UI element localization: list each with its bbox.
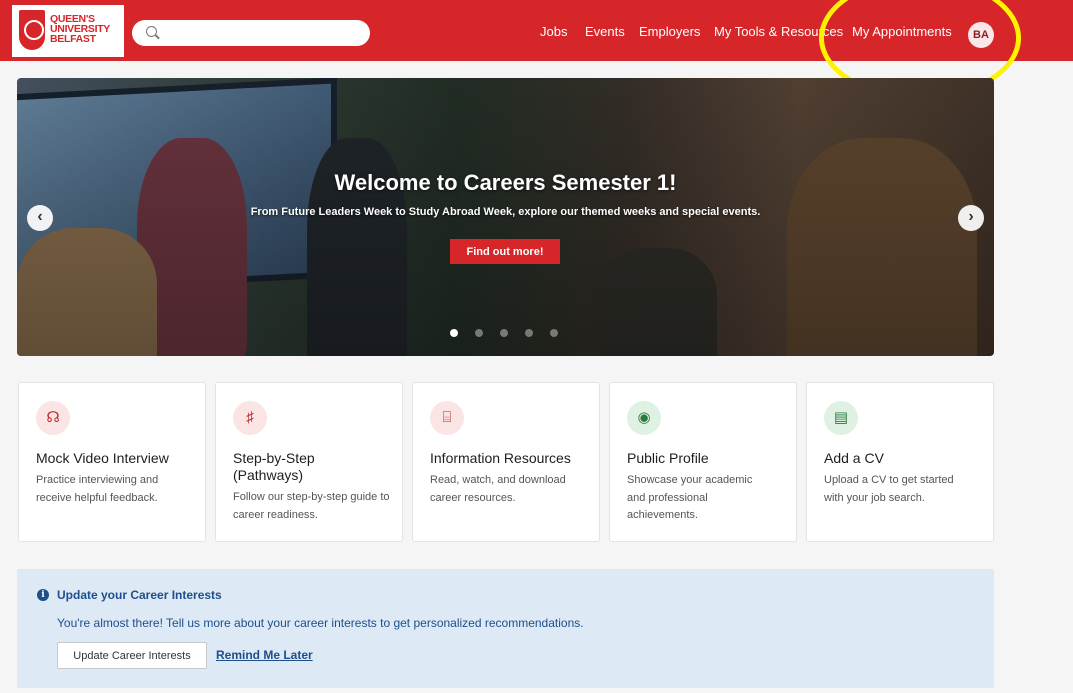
update-career-interests-button[interactable]: Update Career Interests [57,642,207,669]
video-interview-icon: ☊ [36,401,70,435]
card-description: Follow our step-by-step guide to career … [233,491,390,521]
gift-box-icon: ⌸ [430,401,464,435]
search-icon [146,26,157,37]
carousel-next-icon[interactable]: › [958,205,984,231]
nav-my-tools-resources[interactable]: My Tools & Resources [714,24,843,39]
carousel-dot-1[interactable] [450,329,458,337]
find-out-more-button[interactable]: Find out more! [450,239,560,264]
career-interests-banner: i Update your Career Interests You're al… [17,569,994,688]
card-description: Upload a CV to get started with your job… [824,474,954,504]
card-title: Add a CV [824,450,884,466]
profile-icon: ◉ [627,401,661,435]
carousel-prev-icon[interactable]: ‹ [27,205,53,231]
card-add-cv[interactable]: ▤ Add a CV Upload a CV to get started wi… [806,382,994,542]
university-logo[interactable]: QUEEN'S UNIVERSITY BELFAST [12,5,124,57]
hero-title: Welcome to Careers Semester 1! [334,170,677,195]
crest-icon [19,10,45,50]
nav-jobs[interactable]: Jobs [540,24,567,39]
user-avatar[interactable]: BA [968,22,994,48]
carousel-dot-4[interactable] [525,329,533,337]
document-icon: ▤ [824,401,858,435]
hero-subtitle: From Future Leaders Week to Study Abroad… [250,206,761,218]
card-title: Step-by-Step (Pathways) [233,450,315,483]
card-title: Public Profile [627,450,709,466]
banner-message: You're almost there! Tell us more about … [57,616,584,630]
card-title: Information Resources [430,450,571,466]
card-information-resources[interactable]: ⌸ Information Resources Read, watch, and… [412,382,600,542]
card-mock-video-interview[interactable]: ☊ Mock Video Interview Practice intervie… [18,382,206,542]
card-description: Showcase your academic and professional … [627,474,753,521]
info-icon: i [37,589,49,601]
card-description: Practice interviewing and receive helpfu… [36,474,159,504]
nav-events[interactable]: Events [585,24,625,39]
carousel-dot-3[interactable] [500,329,508,337]
card-step-by-step[interactable]: ♯ Step-by-Step (Pathways) Follow our ste… [215,382,403,542]
card-title: Mock Video Interview [36,450,169,466]
banner-title: Update your Career Interests [57,588,222,602]
logo-wordmark: QUEEN'S UNIVERSITY BELFAST [50,14,110,45]
carousel-dot-5[interactable] [550,329,558,337]
nav-my-appointments[interactable]: My Appointments [852,24,952,39]
ladder-icon: ♯ [233,401,267,435]
hero-carousel: Welcome to Careers Semester 1! From Futu… [17,78,994,356]
search-input[interactable] [164,23,364,43]
card-description: Read, watch, and download career resourc… [430,474,566,504]
carousel-dot-2[interactable] [475,329,483,337]
top-navigation-bar: QUEEN'S UNIVERSITY BELFAST Jobs Events E… [0,0,1073,61]
logo-line-3: BELFAST [50,33,96,45]
card-public-profile[interactable]: ◉ Public Profile Showcase your academic … [609,382,797,542]
search-bar[interactable] [132,20,370,46]
nav-employers[interactable]: Employers [639,24,700,39]
remind-me-later-link[interactable]: Remind Me Later [216,648,313,662]
